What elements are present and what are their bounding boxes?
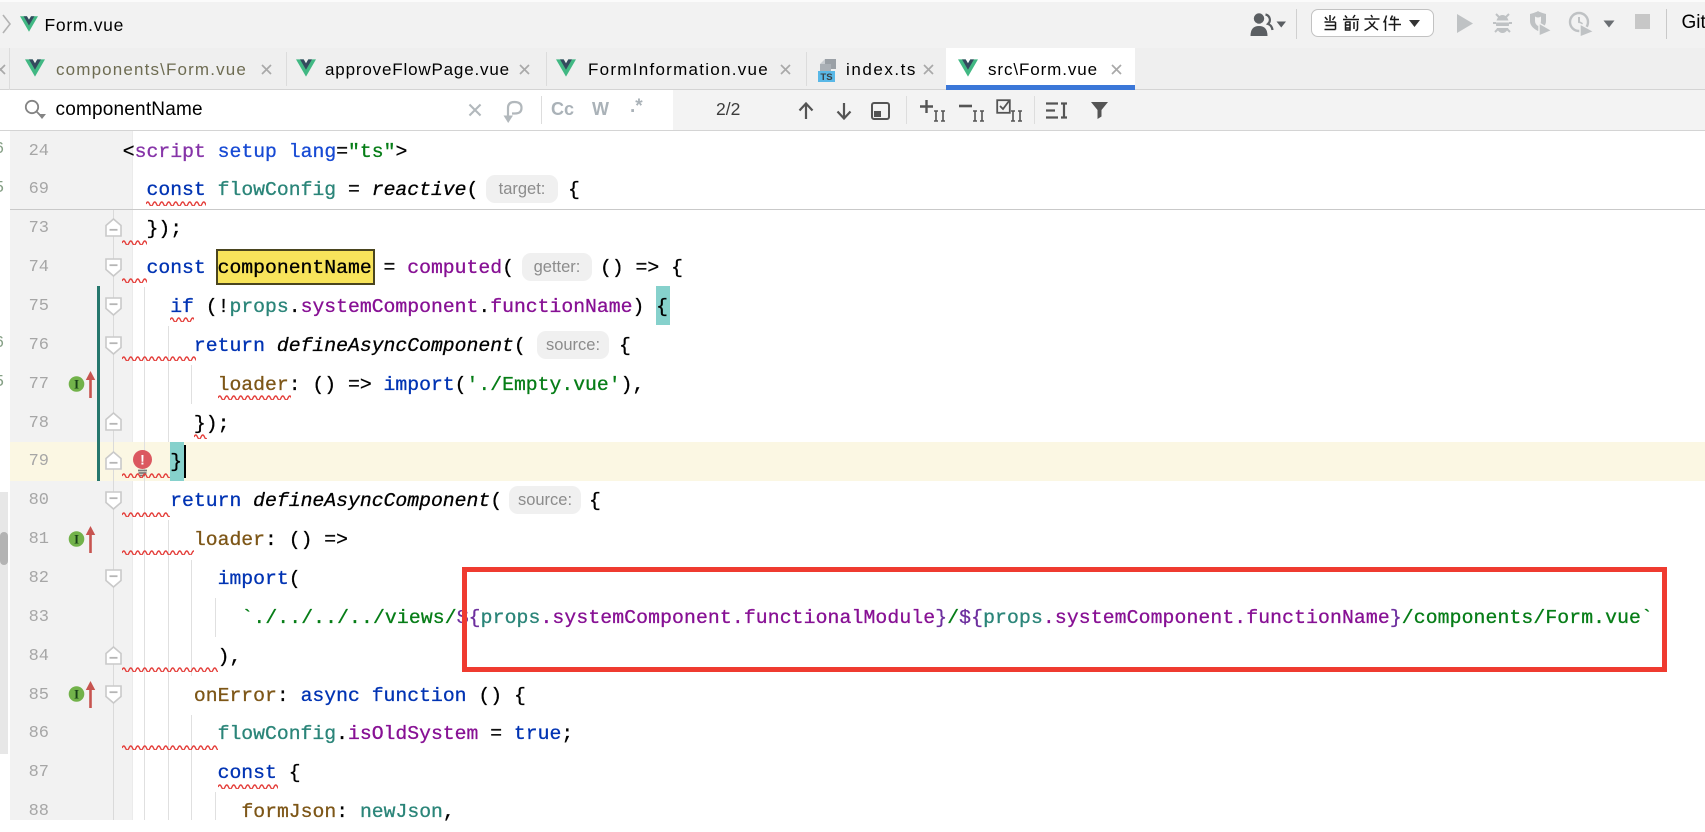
- svg-text:I: I: [74, 688, 79, 702]
- svg-text:!: !: [140, 451, 145, 467]
- svg-text:TS: TS: [820, 72, 832, 82]
- svg-text:I: I: [74, 533, 79, 547]
- svg-text:I: I: [74, 377, 79, 391]
